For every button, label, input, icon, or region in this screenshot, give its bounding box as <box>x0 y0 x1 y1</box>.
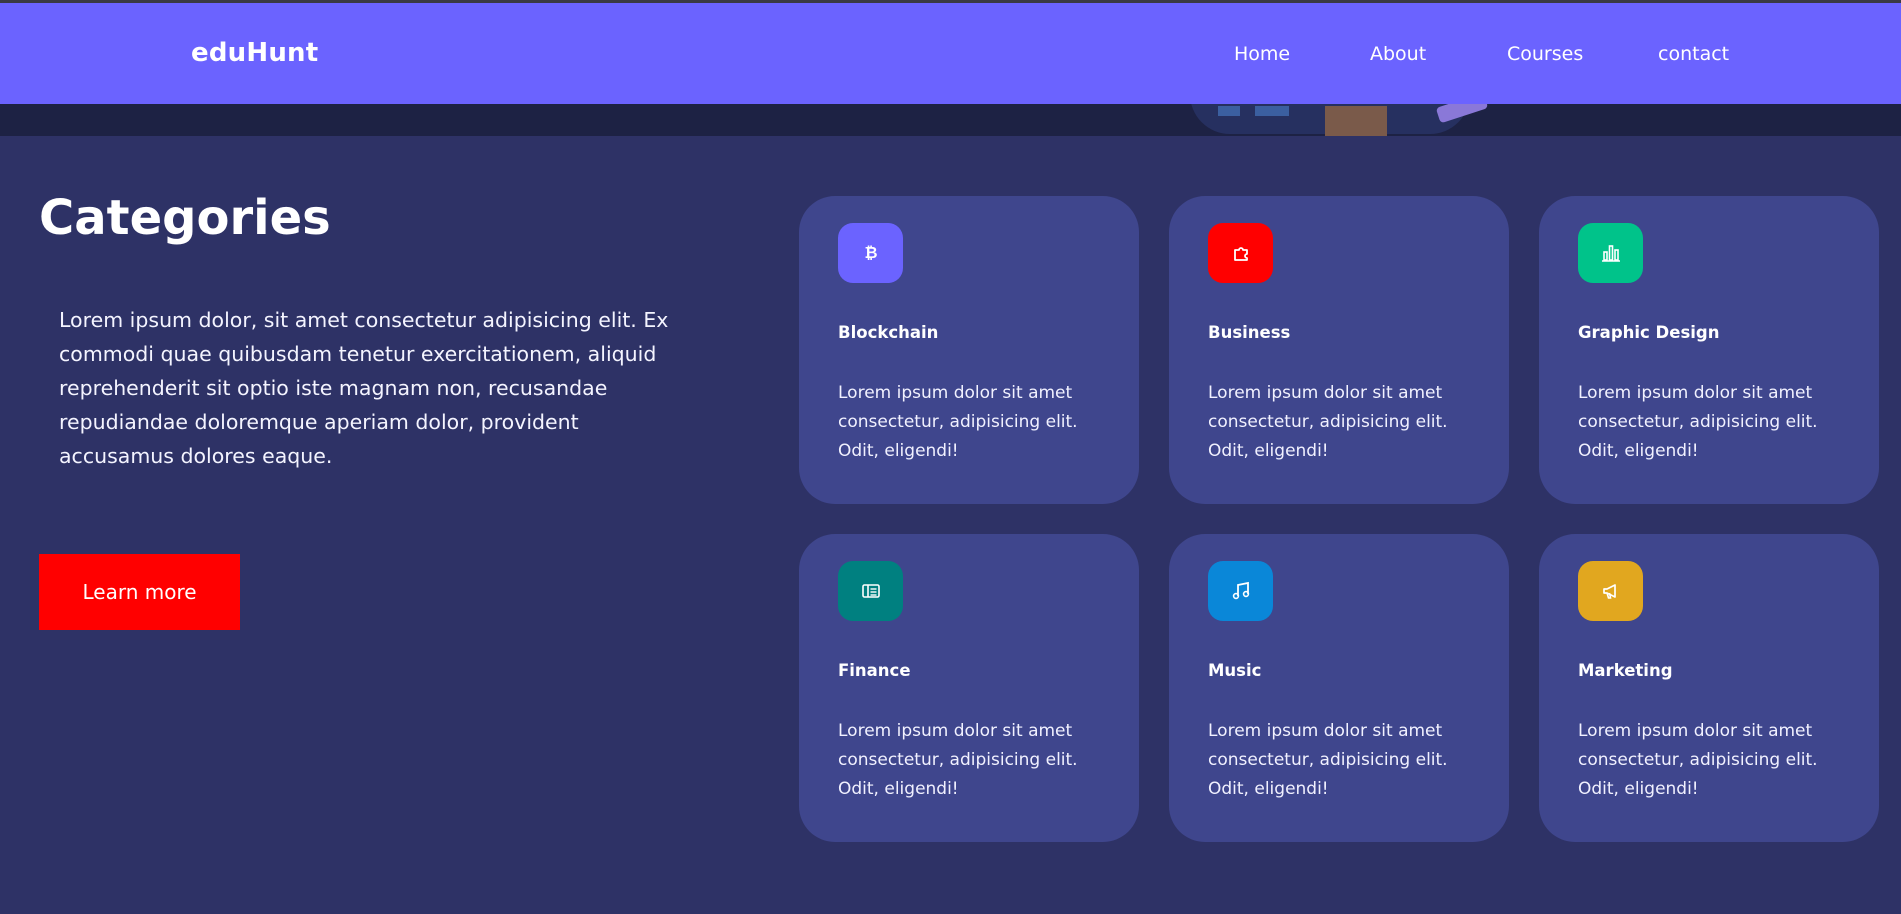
card-title: Marketing <box>1578 661 1673 680</box>
svg-text:₿: ₿ <box>864 243 877 262</box>
card-title: Blockchain <box>838 323 939 342</box>
ledger-icon <box>838 561 903 621</box>
category-card-business[interactable]: Business Lorem ipsum dolor sit amet cons… <box>1169 196 1509 504</box>
category-card-finance[interactable]: Finance Lorem ipsum dolor sit amet conse… <box>799 534 1139 842</box>
nav-home[interactable]: Home <box>1234 43 1290 65</box>
category-card-graphic-design[interactable]: Graphic Design Lorem ipsum dolor sit ame… <box>1539 196 1879 504</box>
category-card-blockchain[interactable]: ₿ Blockchain Lorem ipsum dolor sit amet … <box>799 196 1139 504</box>
hero-illustration-book <box>1218 106 1240 116</box>
card-title: Graphic Design <box>1578 323 1720 342</box>
learn-more-button[interactable]: Learn more <box>39 554 240 630</box>
hero-illustration-arm <box>1435 104 1489 124</box>
card-title: Finance <box>838 661 911 680</box>
card-text: Lorem ipsum dolor sit amet consectetur, … <box>1208 721 1448 799</box>
categories-description: Lorem ipsum dolor, sit amet consectetur … <box>59 308 669 468</box>
card-text: Lorem ipsum dolor sit amet consectetur, … <box>1578 383 1818 461</box>
music-icon <box>1208 561 1273 621</box>
category-card-music[interactable]: Music Lorem ipsum dolor sit amet consect… <box>1169 534 1509 842</box>
card-text: Lorem ipsum dolor sit amet consectetur, … <box>1578 721 1818 799</box>
megaphone-icon <box>1578 561 1643 621</box>
puzzle-icon <box>1208 223 1273 283</box>
hero-illustration-strip <box>0 104 1901 136</box>
hero-illustration-stand <box>1325 106 1387 136</box>
nav-contact[interactable]: contact <box>1658 43 1729 65</box>
card-title: Music <box>1208 661 1262 680</box>
navbar: eduHunt Home About Courses contact <box>0 3 1901 104</box>
card-text: Lorem ipsum dolor sit amet consectetur, … <box>838 721 1078 799</box>
nav-about[interactable]: About <box>1370 43 1426 65</box>
card-title: Business <box>1208 323 1291 342</box>
category-card-marketing[interactable]: Marketing Lorem ipsum dolor sit amet con… <box>1539 534 1879 842</box>
nav-courses[interactable]: Courses <box>1507 43 1583 65</box>
card-text: Lorem ipsum dolor sit amet consectetur, … <box>838 383 1078 461</box>
hero-illustration-book <box>1255 106 1289 116</box>
card-text: Lorem ipsum dolor sit amet consectetur, … <box>1208 383 1448 461</box>
bitcoin-icon: ₿ <box>838 223 903 283</box>
brand-logo[interactable]: eduHunt <box>191 38 318 68</box>
bar-chart-icon <box>1578 223 1643 283</box>
categories-title: Categories <box>39 190 331 246</box>
